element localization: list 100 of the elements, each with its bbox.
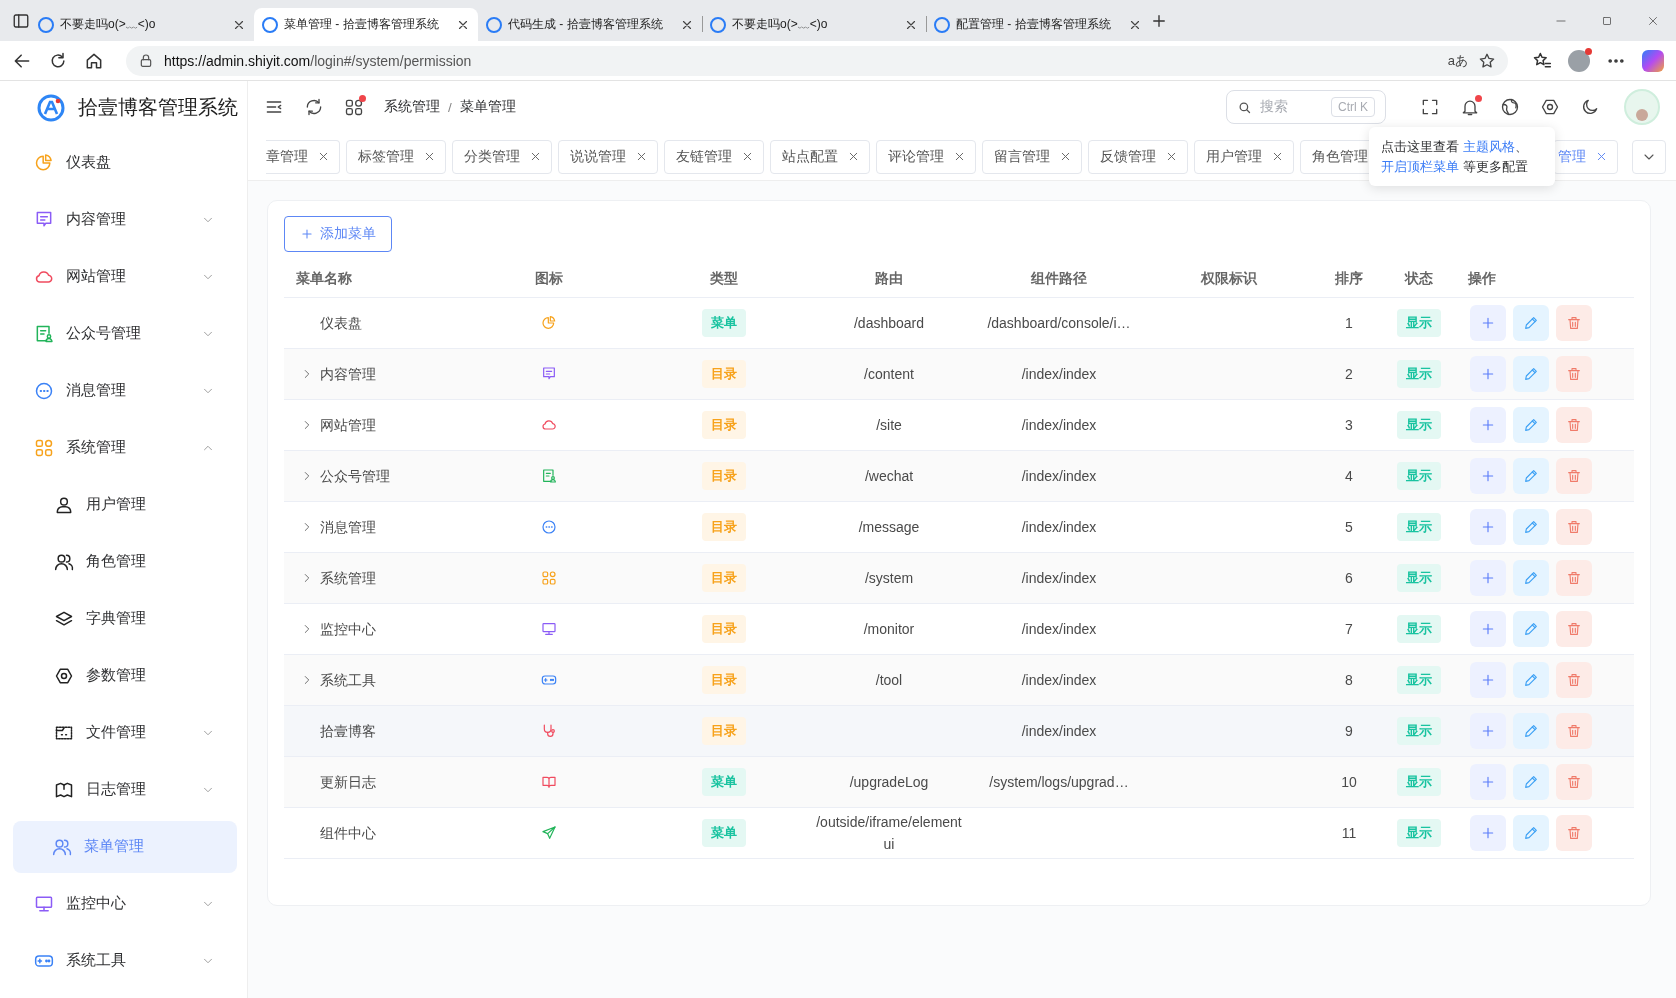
tooltip-link[interactable]: 开启顶栏菜单	[1381, 158, 1459, 174]
type-tag: 目录	[702, 462, 746, 490]
sidebar-item[interactable]: 参数管理	[0, 647, 239, 704]
edit-button[interactable]	[1513, 662, 1549, 698]
page-tab[interactable]: 章管理	[266, 139, 340, 174]
page-tab[interactable]: 留言管理	[982, 139, 1082, 174]
favorites-icon[interactable]	[1532, 50, 1552, 71]
read-aloud-icon[interactable]: aあ	[1447, 51, 1468, 70]
browser-tab[interactable]: 配置管理 - 拾壹博客管理系统	[926, 8, 1150, 41]
add-child-button[interactable]	[1470, 509, 1506, 545]
delete-button[interactable]	[1556, 713, 1592, 749]
add-child-button[interactable]	[1470, 560, 1506, 596]
close-icon[interactable]	[317, 150, 330, 163]
delete-button[interactable]	[1556, 305, 1592, 341]
refresh-icon[interactable]	[304, 97, 324, 117]
sidebar-item[interactable]: 消息管理	[0, 362, 239, 419]
apps-icon[interactable]	[344, 97, 364, 117]
edit-button[interactable]	[1513, 713, 1549, 749]
add-child-button[interactable]	[1470, 764, 1506, 800]
browser-tab[interactable]: 不要走吗o(>﹏<)o	[30, 8, 254, 41]
star-icon[interactable]	[1478, 51, 1496, 70]
page-tab[interactable]: 友链管理	[664, 139, 764, 174]
edit-button[interactable]	[1513, 407, 1549, 443]
chat-bubble-icon	[34, 380, 54, 401]
browser-tab[interactable]: 菜单管理 - 拾壹博客管理系统	[254, 8, 478, 41]
close-icon[interactable]	[529, 150, 542, 163]
edit-button[interactable]	[1513, 611, 1549, 647]
close-icon[interactable]	[1059, 150, 1072, 163]
page-tab[interactable]: 站点配置	[770, 139, 870, 174]
sidebar-item[interactable]: 角色管理	[0, 533, 239, 590]
table-cell-text: /system/logs/upgrad…	[989, 773, 1129, 792]
add-child-button[interactable]	[1470, 611, 1506, 647]
delete-button[interactable]	[1556, 662, 1592, 698]
address-bar[interactable]: https://admin.shiyit.com/login#/system/permission aあ	[126, 45, 1508, 76]
edit-button[interactable]	[1513, 305, 1549, 341]
sidebar-item[interactable]: 网站管理	[0, 248, 239, 305]
notification-dot	[1475, 95, 1482, 102]
edit-button[interactable]	[1513, 560, 1549, 596]
tooltip-link[interactable]: 主题风格	[1462, 139, 1515, 154]
sidebar-item[interactable]: 公众号管理	[0, 305, 239, 362]
page-tab[interactable]: 说说管理	[558, 139, 658, 174]
add-menu-button[interactable]: 添加菜单	[284, 216, 392, 252]
add-child-button[interactable]	[1470, 458, 1506, 494]
delete-button[interactable]	[1556, 407, 1592, 443]
edit-button[interactable]	[1513, 815, 1549, 851]
sidebar-item[interactable]: 系统管理	[0, 419, 239, 476]
edit-button[interactable]	[1513, 764, 1549, 800]
add-child-button[interactable]	[1470, 662, 1506, 698]
browser-tab[interactable]: 代码生成 - 拾壹博客管理系统	[478, 8, 702, 41]
page-tab[interactable]: 反馈管理	[1088, 139, 1188, 174]
add-child-button[interactable]	[1470, 713, 1506, 749]
sidebar-item[interactable]: 字典管理	[0, 590, 239, 647]
delete-button[interactable]	[1556, 458, 1592, 494]
add-child-button[interactable]	[1470, 305, 1506, 341]
breadcrumb-item[interactable]: 系统管理	[384, 98, 440, 116]
add-child-button[interactable]	[1470, 815, 1506, 851]
page-tab[interactable]: 标签管理	[346, 139, 446, 174]
close-icon[interactable]	[741, 150, 754, 163]
window-icon[interactable]	[12, 11, 30, 30]
sidebar-item[interactable]: 用户管理	[0, 476, 239, 533]
edit-button[interactable]	[1513, 458, 1549, 494]
delete-button[interactable]	[1556, 509, 1592, 545]
add-child-button[interactable]	[1470, 407, 1506, 443]
profile-avatar[interactable]	[1568, 49, 1590, 72]
page-tab[interactable]: 分类管理	[452, 139, 552, 174]
pencil-icon	[1523, 468, 1539, 484]
fullscreen-icon[interactable]	[1420, 97, 1440, 117]
sidebar-item[interactable]: 内容管理	[0, 191, 239, 248]
sidebar-item[interactable]: 监控中心	[0, 875, 239, 932]
copilot-icon[interactable]	[1642, 49, 1664, 72]
delete-button[interactable]	[1556, 356, 1592, 392]
edit-button[interactable]	[1513, 509, 1549, 545]
browser-tab[interactable]: 不要走吗o(>﹏<)o	[702, 8, 926, 41]
close-icon[interactable]	[635, 150, 648, 163]
sidebar-item[interactable]: 仪表盘	[0, 134, 239, 191]
moon-icon[interactable]	[1580, 97, 1600, 117]
plus-icon	[1480, 672, 1496, 688]
page-tab[interactable]: 用户管理	[1194, 139, 1294, 174]
close-icon[interactable]	[1271, 150, 1284, 163]
sidebar-item[interactable]: 系统工具	[0, 932, 239, 989]
sidebar-item[interactable]: 日志管理	[0, 761, 239, 818]
breadcrumb-item[interactable]: 菜单管理	[459, 98, 516, 116]
delete-button[interactable]	[1556, 815, 1592, 851]
close-icon[interactable]	[1165, 150, 1178, 163]
close-icon[interactable]	[423, 150, 436, 163]
column-header: 类型	[644, 260, 804, 298]
close-icon[interactable]	[953, 150, 966, 163]
user-avatar[interactable]	[1624, 89, 1660, 125]
table-cell-text: /wechat	[864, 467, 914, 486]
globe-icon[interactable]	[1500, 97, 1520, 117]
hexagon-icon[interactable]	[1540, 97, 1560, 117]
tabs-dropdown-button[interactable]	[1632, 139, 1666, 174]
close-icon[interactable]	[847, 150, 860, 163]
page-tab[interactable]: 评论管理	[876, 139, 976, 174]
edit-button[interactable]	[1513, 356, 1549, 392]
delete-button[interactable]	[1556, 764, 1592, 800]
add-child-button[interactable]	[1470, 356, 1506, 392]
delete-button[interactable]	[1556, 560, 1592, 596]
sidebar-item[interactable]: 文件管理	[0, 704, 239, 761]
delete-button[interactable]	[1556, 611, 1592, 647]
